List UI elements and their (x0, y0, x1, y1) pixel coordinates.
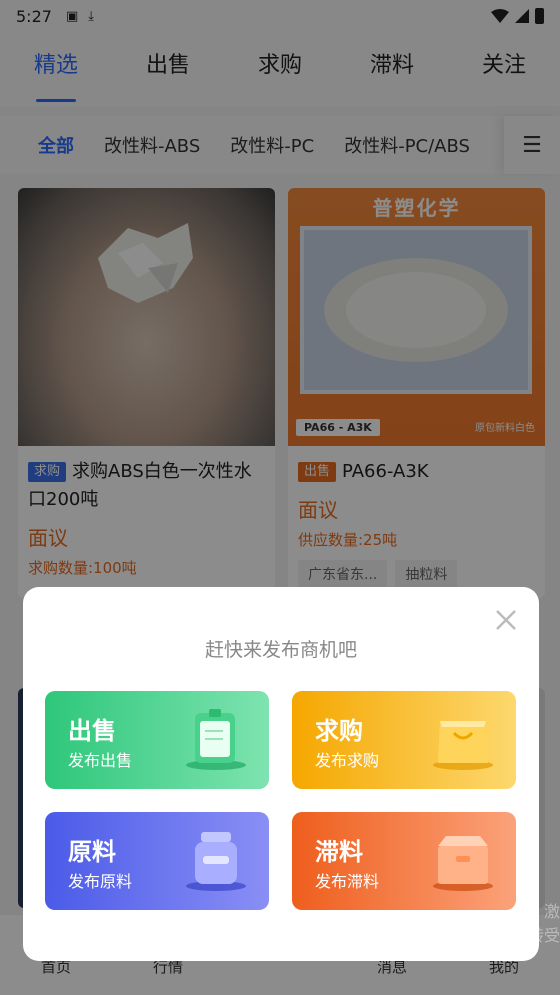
box-icon (433, 836, 493, 891)
option-subtitle: 发布原料 (68, 872, 133, 891)
publish-sell-button[interactable]: 出售 发布出售 (45, 691, 269, 789)
publish-stock-button[interactable]: 滞料 发布滞料 (292, 812, 516, 910)
publish-buy-button[interactable]: 求购 发布求购 (292, 691, 516, 789)
jar-icon (186, 832, 246, 891)
publish-dialog: 赶快来发布商机吧 出售 发布出售 求购 发布求购 原料 发布原料 滞料 发布滞料 (23, 587, 539, 961)
option-subtitle: 发布出售 (68, 751, 133, 770)
shopping-bag-icon (433, 721, 493, 770)
option-title: 求购 (315, 717, 363, 745)
option-title: 原料 (68, 838, 116, 866)
option-subtitle: 发布求购 (315, 751, 380, 770)
option-subtitle: 发布滞料 (315, 872, 380, 891)
dialog-title: 赶快来发布商机吧 (204, 639, 357, 661)
close-icon[interactable] (493, 607, 519, 633)
option-title: 滞料 (315, 838, 363, 866)
clipboard-icon (186, 709, 246, 770)
publish-raw-material-button[interactable]: 原料 发布原料 (45, 812, 269, 910)
option-title: 出售 (68, 717, 116, 745)
